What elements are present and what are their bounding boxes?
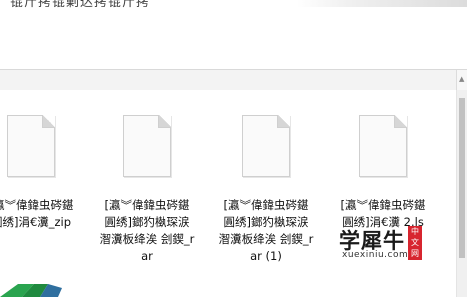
file-icon [123,115,171,177]
file-icon [242,115,290,177]
file-item[interactable]: [瀛︾偉鍏虫硶鍖圓绣]涓€瀵_zip [0,115,81,231]
watermark-logo: 学犀牛 中文网 xuexiniu.com [339,226,431,262]
file-item[interactable]: [瀛︾偉鍏虫硶鍖圓绣]涓€瀵 2.ls [333,115,433,231]
title-text: 锟斤拷锟剿达拷锟斤拷 [10,0,151,10]
watermark-url: xuexiniu.com [342,250,409,260]
scrollbar-thumb[interactable] [459,98,465,258]
watermark-badge: 中文网 [408,226,422,260]
app-logo-icon [0,280,80,297]
chevron-up-icon: ▲ [459,75,465,83]
scroll-up-button[interactable]: ▲ [456,70,467,90]
file-name: [瀛︾偉鍏虫硶鍖圓绣]鎯犳槸琛涙潪瀵板绛涘 刽鍥_rar (1) [218,198,314,263]
file-item[interactable]: [瀛︾偉鍏虫硶鍖圓绣]鎯犳槸琛涙潪瀵板绛涘 刽鍥_rar [97,115,197,265]
file-icon [7,115,55,177]
vertical-scrollbar[interactable] [456,90,467,297]
file-item[interactable]: [瀛︾偉鍏虫硶鍖圓绣]鎯犳槸琛涙潪瀵板绛涘 刽鍥_rar (1) [216,115,316,265]
title-bar-gradient [297,0,467,7]
file-name: [瀛︾偉鍏虫硶鍖圓绣]涓€瀵_zip [0,198,74,229]
title-bar-fragment: 锟斤拷锟剿达拷锟斤拷 [0,0,467,14]
address-bar[interactable]: ▲ [0,69,467,91]
file-icon [359,115,407,177]
file-name: [瀛︾偉鍏虫硶鍖圓绣]鎯犳槸琛涙潪瀵板绛涘 刽鍥_rar [99,198,195,263]
